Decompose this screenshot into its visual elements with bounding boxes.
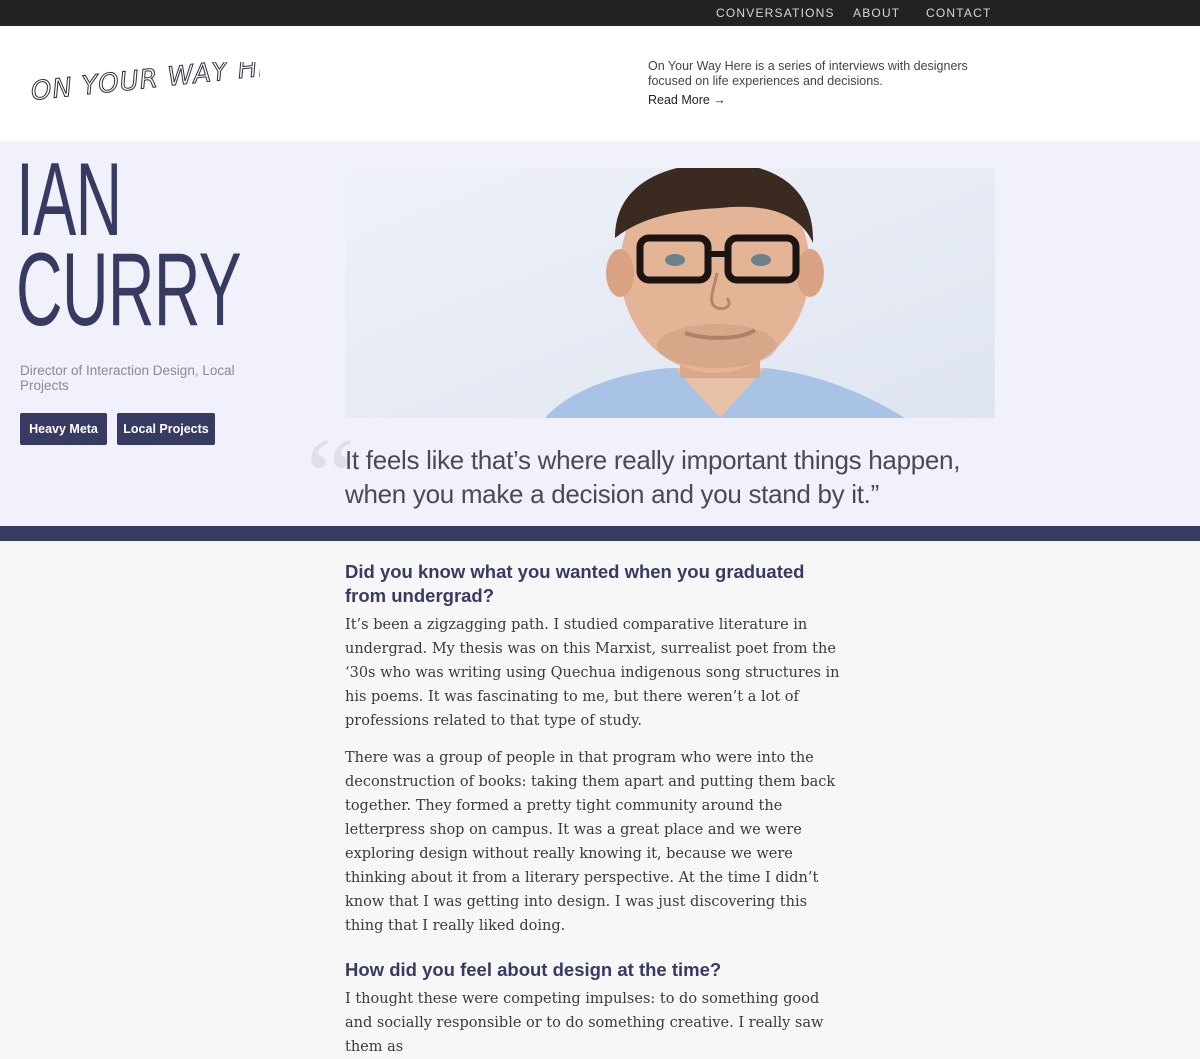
- top-navigation-bar: CONVERSATIONS ABOUT CONTACT: [0, 0, 1200, 26]
- question-heading: Did you know what you wanted when you gr…: [345, 561, 805, 606]
- tag-button-local-projects[interactable]: Local Projects: [117, 413, 215, 445]
- answer-paragraph: I thought these were competing impulses:…: [345, 991, 824, 1055]
- answer-paragraph: There was a group of people in that prog…: [345, 750, 836, 934]
- tag-button-heavy-meta[interactable]: Heavy Meta: [20, 413, 107, 445]
- site-header: ON YOUR WAY HERE On Your Way Here is a s…: [0, 26, 1200, 141]
- site-logo[interactable]: ON YOUR WAY HERE: [30, 62, 260, 112]
- question-heading: How did you feel about design at the tim…: [345, 959, 722, 980]
- profile-hero: IAN CURRY Director of Interaction Design…: [0, 141, 1200, 531]
- section-divider: [0, 526, 1200, 541]
- nav-conversations-link[interactable]: CONVERSATIONS: [716, 6, 835, 20]
- interviewee-role: Director of Interaction Design, Local Pr…: [20, 363, 235, 393]
- logo-text: ON YOUR WAY HERE: [30, 62, 260, 107]
- portrait-photo: [345, 168, 995, 418]
- pull-quote: It feels like that’s where really import…: [345, 445, 961, 509]
- portrait-illustration: [345, 168, 995, 418]
- interview-article: Did you know what you wanted when you gr…: [345, 560, 845, 1059]
- interviewee-name: IAN CURRY: [16, 148, 242, 348]
- read-more-link[interactable]: Read More →: [648, 93, 726, 107]
- nav-contact-link[interactable]: CONTACT: [926, 6, 992, 20]
- nav-about-link[interactable]: ABOUT: [853, 6, 900, 20]
- last-name: CURRY: [16, 232, 242, 348]
- site-tagline: On Your Way Here is a series of intervie…: [648, 59, 968, 88]
- answer-paragraph: It’s been a zigzagging path. I studied c…: [345, 617, 840, 729]
